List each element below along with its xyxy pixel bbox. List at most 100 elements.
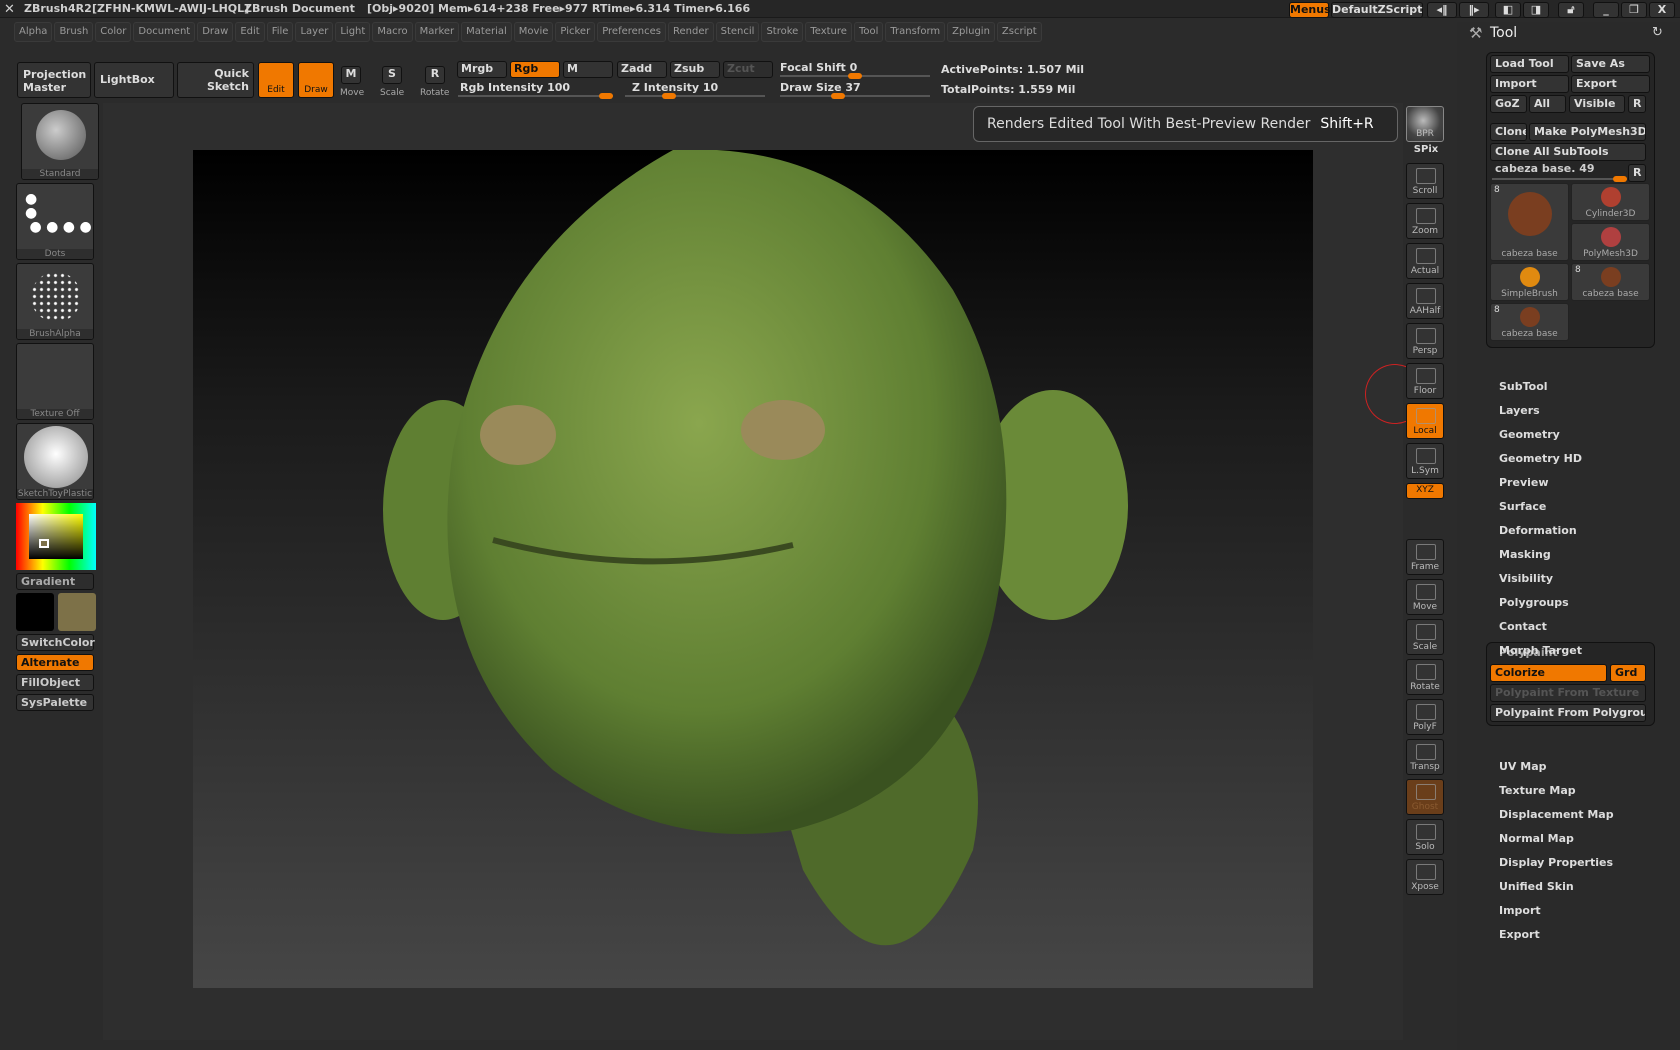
menu-marker[interactable]: Marker <box>414 22 460 42</box>
secondary-color-swatch[interactable] <box>16 593 54 631</box>
zsub-button[interactable]: Zsub <box>670 61 720 78</box>
menu-stroke[interactable]: Stroke <box>761 22 804 42</box>
menus-button[interactable]: Menus <box>1289 2 1331 18</box>
tool-thumb-cabeza-base[interactable]: 8 cabeza base <box>1490 303 1569 341</box>
tool-menu-layers[interactable]: Layers <box>1499 404 1540 417</box>
document-canvas[interactable] <box>193 149 1313 988</box>
shelf-xyz-button[interactable]: XYZ <box>1406 483 1444 499</box>
draw-size-slider[interactable] <box>780 93 930 99</box>
shelf-lsym-button[interactable]: L.Sym <box>1406 443 1444 479</box>
tool-menu-unified-skin[interactable]: Unified Skin <box>1499 880 1574 893</box>
menu-texture[interactable]: Texture <box>805 22 852 42</box>
menu-edit[interactable]: Edit <box>235 22 265 42</box>
menu-transform[interactable]: Transform <box>885 22 946 42</box>
tool-thumb-polymesh3d[interactable]: PolyMesh3D <box>1571 223 1650 261</box>
alpha-selector[interactable]: BrushAlpha <box>16 263 94 340</box>
menu-stencil[interactable]: Stencil <box>715 22 760 42</box>
tool-menu-masking[interactable]: Masking <box>1499 548 1551 561</box>
tool-menu-deformation[interactable]: Deformation <box>1499 524 1577 537</box>
colorize-button[interactable]: Colorize <box>1490 664 1607 682</box>
goz-button[interactable]: GoZ <box>1490 95 1527 113</box>
focal-shift-slider[interactable] <box>780 73 930 79</box>
shelf-xpose-button[interactable]: Xpose <box>1406 859 1444 895</box>
close-icon[interactable]: X <box>1649 2 1675 18</box>
menu-movie[interactable]: Movie <box>513 22 554 42</box>
shelf-move-button[interactable]: Move <box>1406 579 1444 615</box>
tool-menu-surface[interactable]: Surface <box>1499 500 1546 513</box>
z-intensity-slider[interactable] <box>625 93 765 99</box>
menu-alpha[interactable]: Alpha <box>14 22 53 42</box>
tool-thumb-simplebrush[interactable]: SimpleBrush <box>1490 263 1569 301</box>
draw-button[interactable]: Draw <box>298 62 334 98</box>
rotate-button[interactable]: Rotate <box>420 88 449 98</box>
shelf-scroll-button[interactable]: Scroll <box>1406 163 1444 199</box>
tool-menu-contact[interactable]: Contact <box>1499 620 1547 633</box>
tool-menu-texture-map[interactable]: Texture Map <box>1499 784 1576 797</box>
menu-material[interactable]: Material <box>461 22 512 42</box>
projection-master-button[interactable]: Projection Master <box>17 62 91 98</box>
menu-document[interactable]: Document <box>133 22 196 42</box>
expand-icon[interactable]: ‖▸ <box>1459 2 1489 18</box>
tool-menu-displacement-map[interactable]: Displacement Map <box>1499 808 1614 821</box>
tool-thumb-cabeza-base[interactable]: 8 cabeza base <box>1490 183 1569 261</box>
zcut-button[interactable]: Zcut <box>723 61 773 78</box>
all-button[interactable]: All <box>1529 95 1566 113</box>
import-button[interactable]: Import <box>1490 75 1569 93</box>
tool-menu-polygroups[interactable]: Polygroups <box>1499 596 1569 609</box>
tool-menu-import[interactable]: Import <box>1499 904 1541 917</box>
tool-menu-visibility[interactable]: Visibility <box>1499 572 1553 585</box>
sys-palette-button[interactable]: SysPalette <box>16 694 94 711</box>
visible-button[interactable]: Visible <box>1569 95 1625 113</box>
material-selector[interactable]: SketchToyPlastic <box>16 423 94 500</box>
fill-object-button[interactable]: FillObject <box>16 674 94 691</box>
menu-zplugin[interactable]: Zplugin <box>947 22 995 42</box>
tool-menu-normal-map[interactable]: Normal Map <box>1499 832 1574 845</box>
grd-button[interactable]: Grd <box>1610 664 1646 682</box>
tool-thumb-cylinder3d[interactable]: Cylinder3D <box>1571 183 1650 221</box>
tool-menu-geometry-hd[interactable]: Geometry HD <box>1499 452 1582 465</box>
shelf-actual-button[interactable]: Actual <box>1406 243 1444 279</box>
zadd-button[interactable]: Zadd <box>617 61 667 78</box>
move-button[interactable]: Move <box>340 88 364 98</box>
head-model[interactable] <box>193 149 1313 988</box>
brush-selector[interactable]: Standard <box>21 103 99 180</box>
minimize-icon[interactable]: _ <box>1593 2 1619 18</box>
m-button[interactable]: M <box>563 61 613 78</box>
clone-all-subtools-button[interactable]: Clone All SubTools <box>1490 143 1646 161</box>
lightbox-button[interactable]: LightBox <box>94 62 174 98</box>
save-as-button[interactable]: Save As <box>1571 55 1650 73</box>
tool-menu-subtool[interactable]: SubTool <box>1499 380 1548 393</box>
tool-menu-geometry[interactable]: Geometry <box>1499 428 1560 441</box>
clone-button[interactable]: Clone <box>1490 123 1527 141</box>
stroke-selector[interactable]: ● ● ● ● ● ● Dots <box>16 183 94 260</box>
scale-button[interactable]: Scale <box>380 88 404 98</box>
edit-button[interactable]: Edit <box>258 62 294 98</box>
alternate-button[interactable]: Alternate <box>16 654 94 671</box>
shelf-solo-button[interactable]: Solo <box>1406 819 1444 855</box>
tool-menu-display-properties[interactable]: Display Properties <box>1499 856 1613 869</box>
menu-color[interactable]: Color <box>95 22 132 42</box>
shelf-zoom-button[interactable]: Zoom <box>1406 203 1444 239</box>
refresh-icon[interactable]: ↻ <box>1652 25 1663 40</box>
menu-render[interactable]: Render <box>668 22 714 42</box>
shelf-transp-button[interactable]: Transp <box>1406 739 1444 775</box>
tool-thumb-cabeza-base[interactable]: 8 cabeza base <box>1571 263 1650 301</box>
layout-prev-icon[interactable]: ◧ <box>1495 2 1521 18</box>
rgb-intensity-slider[interactable] <box>458 93 613 99</box>
menu-macro[interactable]: Macro <box>372 22 413 42</box>
tool-menu-morph-target[interactable]: Morph Target <box>1499 644 1582 657</box>
tool-menu-export[interactable]: Export <box>1499 928 1540 941</box>
menu-draw[interactable]: Draw <box>197 22 234 42</box>
menu-tool[interactable]: Tool <box>853 22 884 42</box>
shelf-floor-button[interactable]: Floor <box>1406 363 1444 399</box>
r-button-2[interactable]: R <box>1628 164 1646 182</box>
r-button[interactable]: R <box>1628 95 1646 113</box>
layout-next-icon[interactable]: ◨ <box>1523 2 1549 18</box>
lock-icon[interactable]: 🔓︎ <box>1558 2 1584 18</box>
shrink-icon[interactable]: ◂‖ <box>1427 2 1457 18</box>
color-picker[interactable] <box>16 503 96 570</box>
texture-selector[interactable]: Texture Off <box>16 343 94 420</box>
polypaint-from-polygroup-button[interactable]: Polypaint From Polygroup <box>1490 704 1646 722</box>
shelf-scale-button[interactable]: Scale <box>1406 619 1444 655</box>
menu-brush[interactable]: Brush <box>54 22 94 42</box>
